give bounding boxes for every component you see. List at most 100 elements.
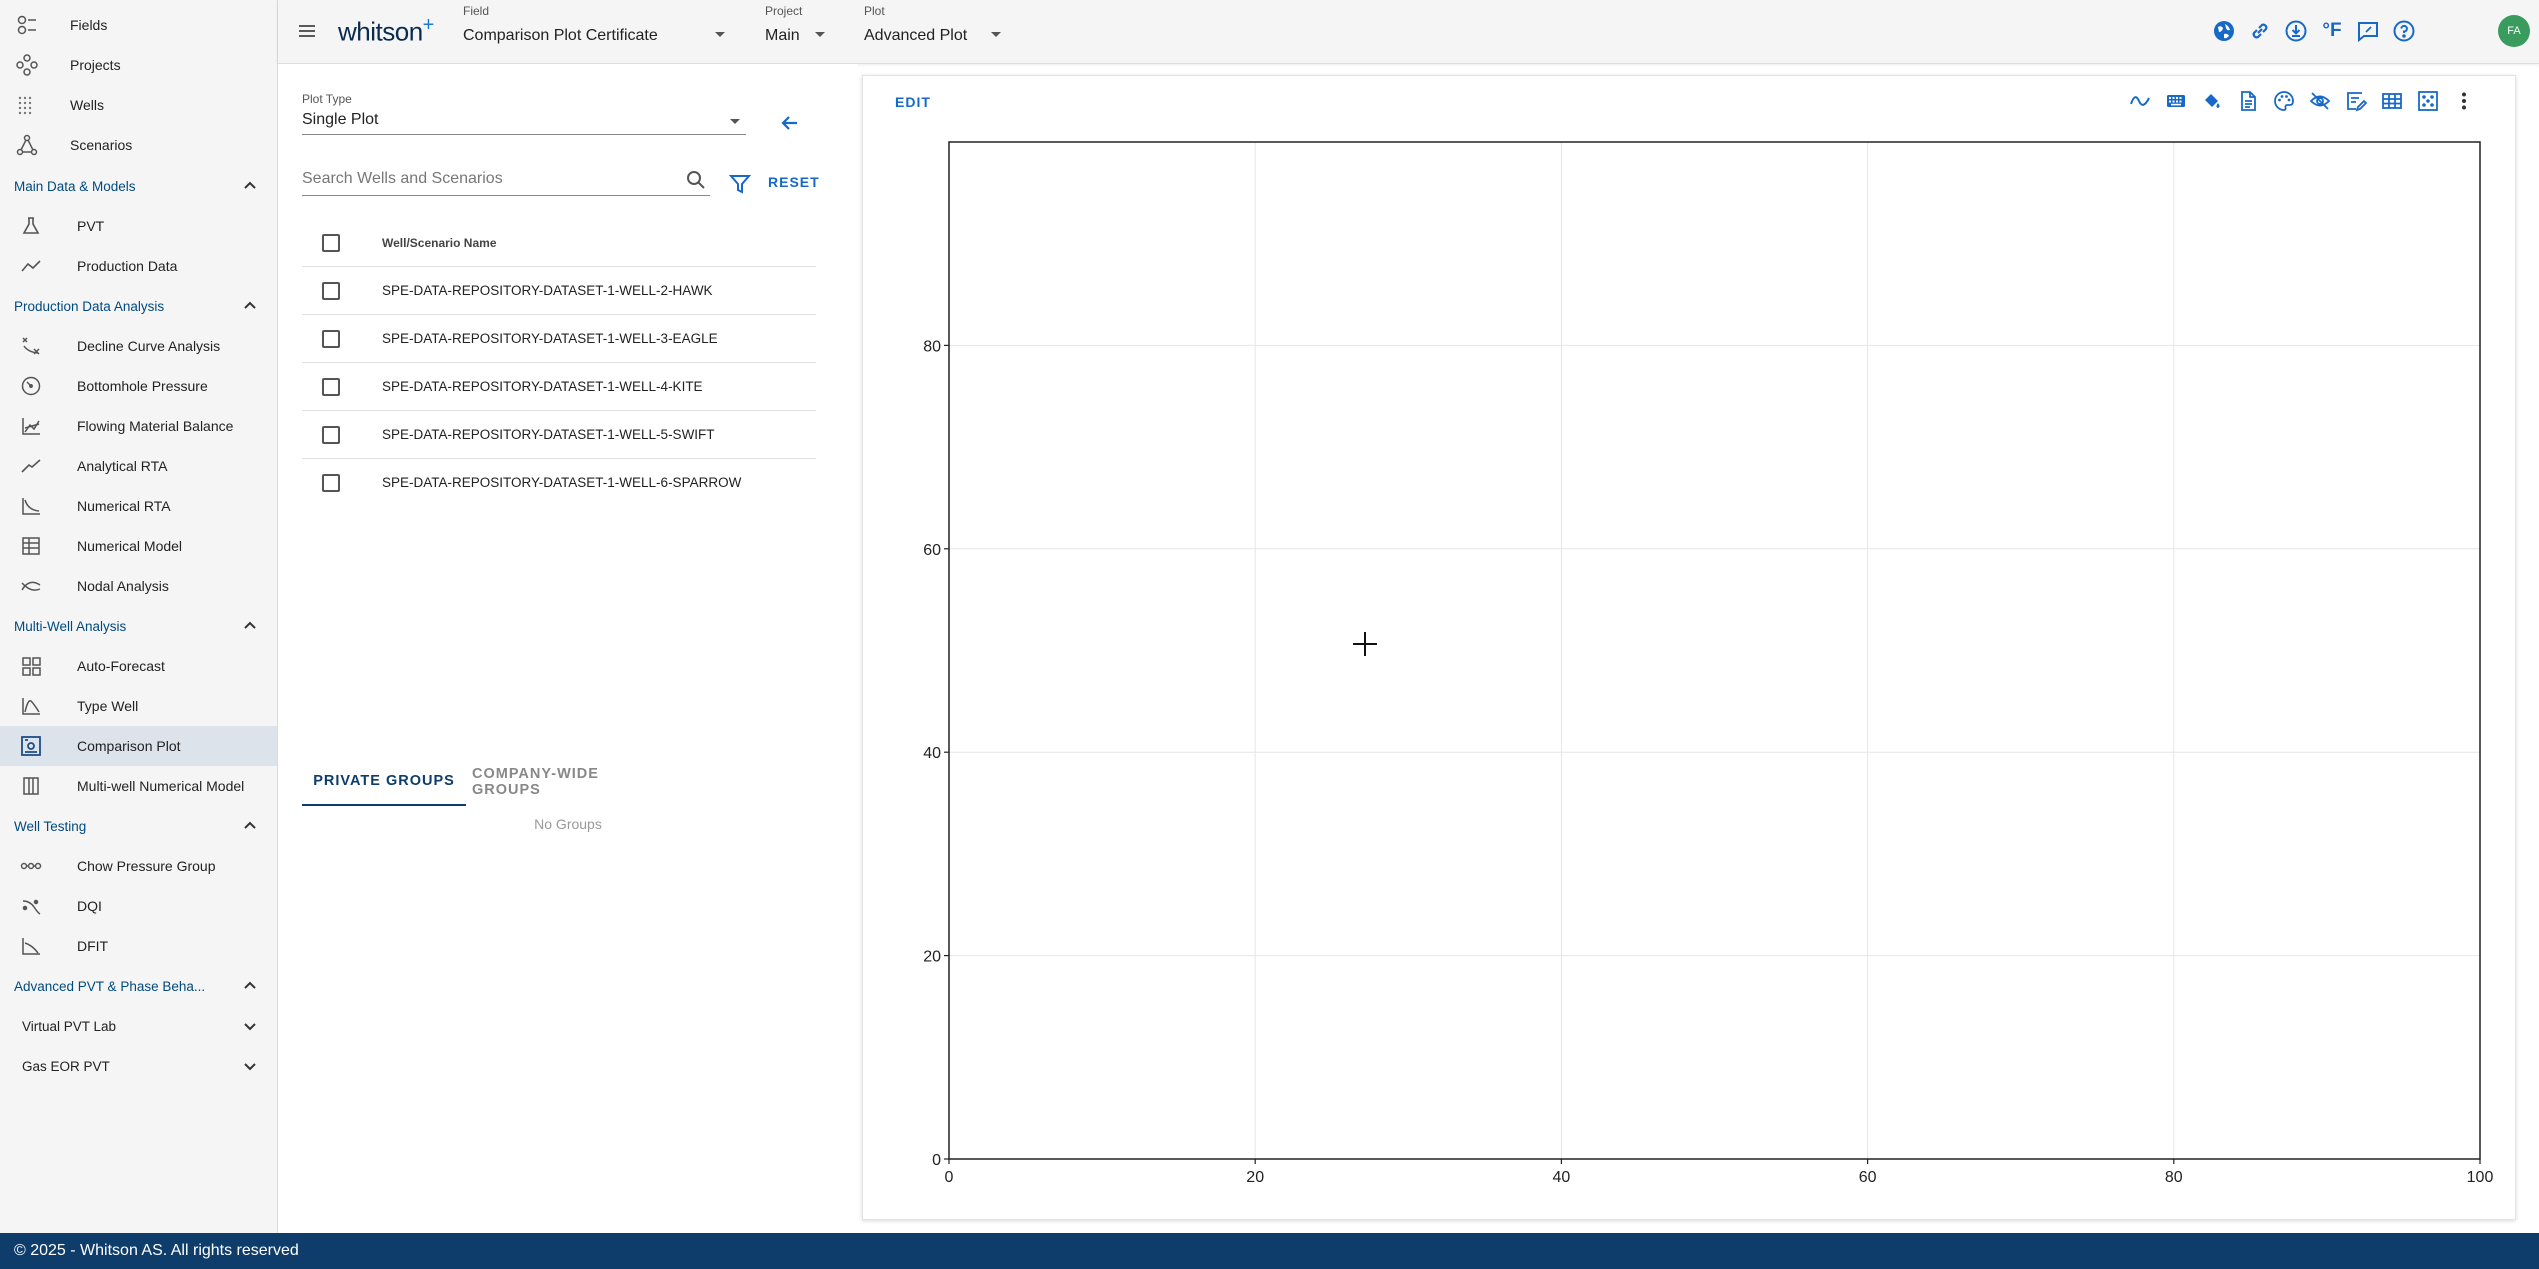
fields-icon [14,12,40,38]
table-header-row: Well/Scenario Name [302,219,816,267]
table-row[interactable]: SPE-DATA-REPOSITORY-DATASET-1-WELL-6-SPA… [302,459,816,507]
sidebar-item-decline-curve-analysis[interactable]: Decline Curve Analysis [0,326,277,366]
section-main-data-models[interactable]: Main Data & Models [0,166,277,206]
sidebar-item-pvt[interactable]: PVT [0,206,277,246]
table-row[interactable]: SPE-DATA-REPOSITORY-DATASET-1-WELL-2-HAW… [302,267,816,315]
help-icon[interactable] [2390,17,2418,45]
row-checkbox[interactable] [322,378,340,396]
sidebar-item-gas-eor-pvt[interactable]: Gas EOR PVT [0,1046,277,1086]
temperature-unit-toggle[interactable]: °F [2318,17,2346,45]
field-caption: Field [463,4,490,18]
tab-private-groups[interactable]: PRIVATE GROUPS [302,758,466,806]
nodal-curves-icon [18,573,44,599]
table-row[interactable]: SPE-DATA-REPOSITORY-DATASET-1-WELL-4-KIT… [302,363,816,411]
sidebar-item-flowing-material-balance[interactable]: Flowing Material Balance [0,406,277,446]
row-checkbox[interactable] [322,282,340,300]
dfit-chart-icon [18,933,44,959]
sidebar-item-auto-forecast[interactable]: Auto-Forecast [0,646,277,686]
avatar[interactable]: FA [2498,15,2530,47]
sidebar-item-projects[interactable]: Projects [0,45,277,85]
sidebar-item-comparison-plot[interactable]: Comparison Plot [0,726,277,766]
feedback-icon[interactable] [2354,17,2382,45]
trend-icon [18,453,44,479]
project-selector[interactable]: Project Main [765,0,830,64]
link-icon[interactable] [2246,17,2274,45]
decline-chart-icon [18,493,44,519]
section-title: Production Data Analysis [14,298,165,314]
table-row[interactable]: SPE-DATA-REPOSITORY-DATASET-1-WELL-3-EAG… [302,315,816,363]
well-name: SPE-DATA-REPOSITORY-DATASET-1-WELL-6-SPA… [382,475,742,490]
well-name: SPE-DATA-REPOSITORY-DATASET-1-WELL-4-KIT… [382,379,703,394]
x-tick-label: 60 [1859,1169,1877,1186]
row-checkbox[interactable] [322,330,340,348]
section-title: Well Testing [14,818,87,834]
sidebar-item-chow-pressure-group[interactable]: Chow Pressure Group [0,846,277,886]
sidebar-item-label: Chow Pressure Group [77,858,216,874]
plot-type-value: Single Plot [302,111,379,128]
well-name: SPE-DATA-REPOSITORY-DATASET-1-WELL-5-SWI… [382,427,715,442]
type-curve-icon [18,693,44,719]
sidebar-item-production-data[interactable]: Production Data [0,246,277,286]
well-name: SPE-DATA-REPOSITORY-DATASET-1-WELL-3-EAG… [382,331,718,346]
sidebar-item-bottomhole-pressure[interactable]: Bottomhole Pressure [0,366,277,406]
x-tick-label: 20 [1246,1169,1264,1186]
y-tick-label: 80 [923,338,941,355]
sidebar-item-type-well[interactable]: Type Well [0,686,277,726]
plot-type-caption: Plot Type [302,92,352,106]
wells-panel: Plot Type Single Plot RESET Well/Scenari… [278,64,858,1233]
plot-frame [948,141,2481,1160]
section-production-data-analysis[interactable]: Production Data Analysis [0,286,277,326]
field-selector[interactable]: Field Comparison Plot Certificate [463,0,728,64]
globe-icon[interactable] [2210,17,2238,45]
line-chart-icon [18,413,44,439]
sidebar-item-numerical-rta[interactable]: Numerical RTA [0,486,277,526]
sidebar-item-scenarios[interactable]: Scenarios [0,125,277,165]
sidebar-item-wells[interactable]: Wells [0,85,277,125]
sidebar-item-label: Bottomhole Pressure [77,378,208,394]
chevron-up-icon [244,621,256,629]
sidebar-item-dfit[interactable]: DFIT [0,926,277,966]
sidebar-item-analytical-rta[interactable]: Analytical RTA [0,446,277,486]
arrow-back-icon[interactable] [775,108,805,138]
section-multi-well-analysis[interactable]: Multi-Well Analysis [0,606,277,646]
sidebar-item-dqi[interactable]: DQI [0,886,277,926]
chevron-up-icon [244,981,256,989]
sidebar-item-label: Numerical Model [77,538,183,554]
table-row[interactable]: SPE-DATA-REPOSITORY-DATASET-1-WELL-5-SWI… [302,411,816,459]
search-input[interactable] [302,166,672,188]
chevron-up-icon [244,301,256,309]
sidebar: Fields Projects Wells Scenarios Main Dat… [0,0,278,1233]
row-checkbox[interactable] [322,426,340,444]
sidebar-item-fields[interactable]: Fields [0,5,277,45]
sidebar-item-numerical-model[interactable]: Numerical Model [0,526,277,566]
app-logo[interactable]: whitson+ [338,14,434,48]
section-advanced-pvt[interactable]: Advanced PVT & Phase Beha... [0,966,277,1006]
section-well-testing[interactable]: Well Testing [0,806,277,846]
sidebar-item-label: Type Well [77,698,139,714]
plot-type-select[interactable]: Single Plot [302,111,746,135]
section-title: Advanced PVT & Phase Beha... [14,978,206,994]
sidebar-item-nodal-analysis[interactable]: Nodal Analysis [0,566,277,606]
column-header-name: Well/Scenario Name [382,236,497,250]
sidebar-item-multi-well-numerical-model[interactable]: Multi-well Numerical Model [0,766,277,806]
search-field [302,166,710,196]
plot-selector[interactable]: Plot Advanced Plot [864,0,1004,64]
sidebar-item-virtual-pvt-lab[interactable]: Virtual PVT Lab [0,1006,277,1046]
chevron-up-icon [244,181,256,189]
comparison-plot-icon [18,733,44,759]
projects-icon [14,52,40,78]
chevron-down-icon [244,1023,256,1031]
row-checkbox[interactable] [322,474,340,492]
search-icon[interactable] [684,168,708,192]
menu-icon[interactable] [296,20,318,42]
y-tick-label: 20 [923,949,941,966]
field-value: Comparison Plot Certificate [463,27,658,44]
wells-icon [14,92,40,118]
tab-company-wide-groups[interactable]: COMPANY-WIDE GROUPS [472,758,672,806]
select-all-checkbox[interactable] [322,234,340,252]
download-icon[interactable] [2282,17,2310,45]
plot-area[interactable]: 0 20 40 60 80 100 0 20 40 60 80 [863,76,2517,1221]
filter-icon[interactable] [728,172,752,196]
sidebar-item-label: Production Data [77,258,178,274]
reset-button[interactable]: RESET [768,174,820,190]
